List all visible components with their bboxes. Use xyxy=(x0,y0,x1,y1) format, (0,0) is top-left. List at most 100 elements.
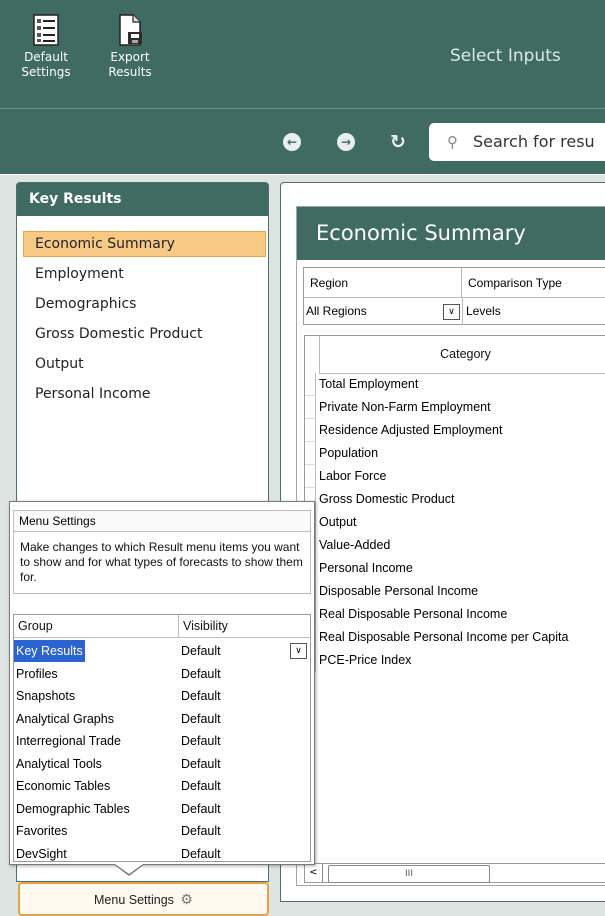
export-results-button[interactable]: Export Results xyxy=(100,14,160,80)
key-results-item-employment[interactable]: Employment xyxy=(35,262,124,286)
visibility-cell[interactable]: Default xyxy=(181,775,221,797)
visibility-cell[interactable]: Default xyxy=(181,663,221,685)
table-row[interactable]: DevSight Default xyxy=(14,843,310,866)
scroll-left-icon[interactable]: < xyxy=(305,864,323,882)
group-cell: Favorites xyxy=(16,824,68,838)
visibility-cell[interactable]: Default xyxy=(181,820,221,842)
default-settings-label-2: Settings xyxy=(21,65,71,79)
navigation-bar: ← → ↻ ⚲ Search for resu xyxy=(0,108,605,174)
category-cell: Value-Added xyxy=(319,538,391,552)
table-row[interactable]: Value-Added xyxy=(305,534,605,557)
category-cell: Disposable Personal Income xyxy=(319,584,479,598)
table-row[interactable]: Demographic Tables Default xyxy=(14,798,310,821)
visibility-cell[interactable]: Default xyxy=(181,685,221,707)
menu-settings-title: Menu Settings xyxy=(13,510,311,532)
group-cell: Interregional Trade xyxy=(16,734,121,748)
export-results-label-1: Export xyxy=(110,50,150,64)
region-dropdown[interactable]: All Regions ∨ xyxy=(306,298,460,325)
visibility-cell[interactable]: Default xyxy=(181,843,221,865)
table-row[interactable]: Analytical Tools Default xyxy=(14,753,310,776)
group-cell: Profiles xyxy=(16,666,58,681)
category-cell: Residence Adjusted Employment xyxy=(319,423,503,437)
table-row[interactable]: Output xyxy=(305,511,605,534)
category-cell: Output xyxy=(319,515,357,529)
category-cell: Total Employment xyxy=(319,377,419,391)
visibility-cell[interactable]: Default xyxy=(181,753,221,775)
key-results-item-economic-summary[interactable]: Economic Summary xyxy=(35,232,175,256)
category-cell: Private Non-Farm Employment xyxy=(319,400,491,414)
category-table: Category Total Employment Private Non-Fa… xyxy=(304,335,605,675)
table-row[interactable]: Gross Domestic Product xyxy=(305,488,605,511)
table-row[interactable]: Economic Tables Default xyxy=(14,775,310,798)
chevron-down-icon[interactable]: ∨ xyxy=(290,643,307,659)
chevron-down-icon[interactable]: ∨ xyxy=(443,304,460,320)
arrow-right-icon[interactable]: → xyxy=(337,133,355,151)
table-row[interactable]: Real Disposable Personal Income xyxy=(305,603,605,626)
scroll-thumb[interactable]: III xyxy=(328,865,490,883)
horizontal-scrollbar[interactable]: < III xyxy=(304,863,605,883)
category-header: Category xyxy=(319,336,605,374)
key-results-item-output[interactable]: Output xyxy=(35,352,84,376)
table-row[interactable]: Analytical Graphs Default xyxy=(14,708,310,731)
table-row[interactable]: Favorites Default xyxy=(14,820,310,843)
economic-summary-title: Economic Summary xyxy=(297,207,605,260)
table-row[interactable]: Interregional Trade Default xyxy=(14,730,310,753)
table-row[interactable]: Key Results Default ∨ xyxy=(14,640,310,663)
table-row[interactable]: Real Disposable Personal Income per Capi… xyxy=(305,626,605,649)
group-cell: Economic Tables xyxy=(16,779,111,793)
table-row[interactable]: Population xyxy=(305,442,605,465)
search-input[interactable]: ⚲ Search for resu xyxy=(429,123,605,161)
settings-list-icon xyxy=(32,14,60,46)
table-row[interactable]: Private Non-Farm Employment xyxy=(305,396,605,419)
group-cell: Demographic Tables xyxy=(16,801,130,816)
search-icon: ⚲ xyxy=(447,133,458,151)
popup-pointer-inner xyxy=(115,864,143,874)
table-row[interactable]: Profiles Default xyxy=(14,663,310,686)
menu-settings-popup: Menu Settings Make changes to which Resu… xyxy=(9,501,315,865)
search-placeholder: Search for resu xyxy=(473,132,595,151)
key-results-item-gdp[interactable]: Gross Domestic Product xyxy=(35,322,202,346)
menu-settings-table: Group Visibility Key Results Default ∨ P… xyxy=(13,614,311,862)
visibility-cell[interactable]: Default xyxy=(181,730,221,752)
category-cell: Labor Force xyxy=(319,469,387,483)
region-header: Region xyxy=(304,268,462,298)
menu-settings-button-label: Menu Settings xyxy=(94,893,174,907)
comparison-type-value: Levels xyxy=(466,304,501,318)
category-cell: Population xyxy=(319,446,379,460)
comparison-type-header: Comparison Type xyxy=(462,268,605,298)
table-row[interactable]: Personal Income xyxy=(305,557,605,580)
key-results-title: Key Results xyxy=(17,183,268,216)
history-icon[interactable]: ↻ xyxy=(389,133,407,152)
table-row[interactable]: Total Employment xyxy=(305,373,605,396)
region-value: All Regions xyxy=(306,304,367,318)
export-results-label-2: Results xyxy=(108,65,152,79)
key-results-item-personal-income[interactable]: Personal Income xyxy=(35,382,150,406)
menu-settings-description: Make changes to which Result menu items … xyxy=(13,532,311,594)
ribbon: Default Settings Export Results Select I… xyxy=(0,0,605,108)
ribbon-title: Select Inputs xyxy=(450,46,561,66)
default-settings-button[interactable]: Default Settings xyxy=(18,14,74,80)
visibility-cell[interactable]: Default xyxy=(181,798,221,820)
visibility-cell[interactable]: Default xyxy=(181,640,221,662)
table-row[interactable]: Labor Force xyxy=(305,465,605,488)
filter-grid: Region Comparison Type All Regions ∨ Lev… xyxy=(303,267,605,325)
default-settings-label-1: Default xyxy=(24,50,68,64)
table-row[interactable]: Snapshots Default xyxy=(14,685,310,708)
gear-icon: ⚙ xyxy=(180,891,193,907)
visibility-column-header: Visibility xyxy=(179,615,310,638)
key-results-item-demographics[interactable]: Demographics xyxy=(35,292,136,316)
group-cell: DevSight xyxy=(16,846,67,861)
comparison-type-dropdown[interactable]: Levels xyxy=(462,298,605,325)
category-cell: Gross Domestic Product xyxy=(319,492,455,506)
menu-settings-button[interactable]: Menu Settings ⚙ xyxy=(18,882,269,916)
table-row[interactable]: Residence Adjusted Employment xyxy=(305,419,605,442)
category-cell: Personal Income xyxy=(319,561,413,575)
table-row[interactable]: Disposable Personal Income xyxy=(305,580,605,603)
group-cell: Key Results xyxy=(14,640,85,662)
export-document-icon xyxy=(116,14,144,46)
visibility-cell[interactable]: Default xyxy=(181,708,221,730)
group-column-header: Group xyxy=(14,615,179,638)
arrow-left-icon[interactable]: ← xyxy=(283,133,301,151)
group-cell: Analytical Tools xyxy=(16,756,102,771)
table-row[interactable]: PCE-Price Index xyxy=(305,649,605,672)
